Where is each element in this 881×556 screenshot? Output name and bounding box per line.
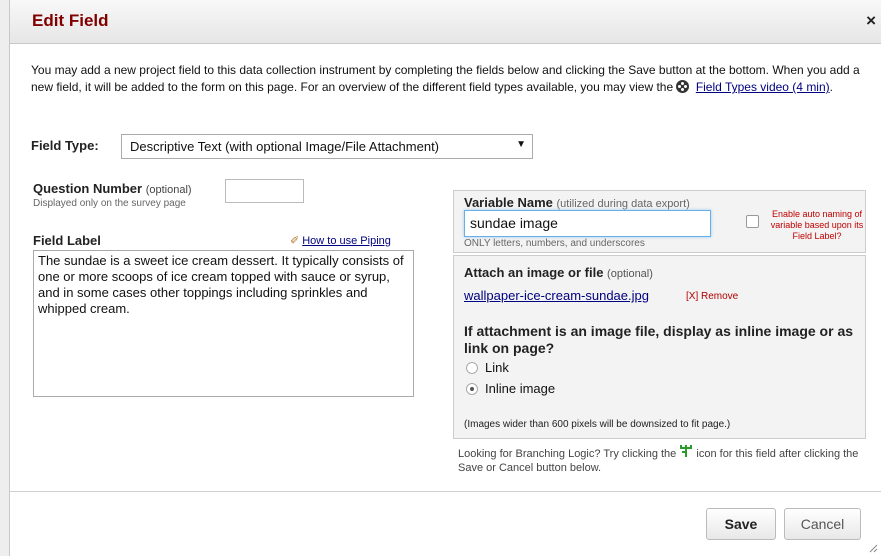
field-type-selected-value: Descriptive Text (with optional Image/Fi… xyxy=(130,139,440,154)
variable-name-label: Variable Name (utilized during data expo… xyxy=(464,195,690,210)
save-button[interactable]: Save xyxy=(706,508,776,540)
variable-name-note: (utilized during data export) xyxy=(556,198,690,210)
radio-inline-label: Inline image xyxy=(485,381,556,396)
branching-logic-note: Looking for Branching Logic? Try clickin… xyxy=(458,445,868,475)
how-to-use-piping-link[interactable]: How to use Piping xyxy=(302,235,391,247)
dropdown-arrow-icon: ▼ xyxy=(516,139,526,150)
dialog-title: Edit Field xyxy=(32,11,109,30)
attachment-optional: (optional) xyxy=(607,268,653,280)
variable-name-hint: ONLY letters, numbers, and underscores xyxy=(464,238,645,249)
field-type-select[interactable]: Descriptive Text (with optional Image/Fi… xyxy=(121,134,533,159)
attachment-label: Attach an image or file (optional) xyxy=(464,265,653,280)
radio-option-link[interactable]: Link xyxy=(466,360,509,375)
field-label-textarea[interactable]: The sundae is a sweet ice cream dessert.… xyxy=(33,250,414,397)
question-number-label-text: Question Number xyxy=(33,181,143,196)
question-number-label: Question Number (optional) xyxy=(33,181,192,196)
intro-text-part2: . xyxy=(829,80,833,94)
question-number-sublabel: Displayed only on the survey page xyxy=(33,198,186,209)
background-page-strip xyxy=(0,0,9,556)
variable-name-input[interactable]: sundae image xyxy=(464,210,711,237)
resize-handle-icon[interactable] xyxy=(868,543,878,553)
question-number-optional: (optional) xyxy=(145,184,192,196)
film-reel-icon xyxy=(676,80,690,93)
pencil-icon: ✐ xyxy=(290,235,300,247)
variable-name-label-text: Variable Name xyxy=(464,195,553,210)
attachment-label-text: Attach an image or file xyxy=(464,265,604,280)
radio-link-label: Link xyxy=(485,360,509,375)
attachment-display-question: If attachment is an image file, display … xyxy=(464,323,854,356)
attachment-file-link[interactable]: wallpaper-ice-cream-sundae.jpg xyxy=(464,288,649,303)
branching-text-before: Looking for Branching Logic? Try clickin… xyxy=(458,448,680,460)
field-types-video-link[interactable]: Field Types video (4 min) xyxy=(696,80,830,94)
attachment-panel: Attach an image or file (optional) wallp… xyxy=(453,255,866,439)
auto-naming-checkbox[interactable] xyxy=(746,215,759,228)
close-icon[interactable]: × xyxy=(866,11,876,31)
cancel-button[interactable]: Cancel xyxy=(784,508,861,540)
radio-link[interactable] xyxy=(466,362,478,374)
question-number-input[interactable] xyxy=(225,179,304,203)
variable-name-panel: Variable Name (utilized during data expo… xyxy=(453,190,866,253)
auto-naming-label[interactable]: Enable auto naming of variable based upo… xyxy=(766,209,868,242)
edit-field-dialog: Edit Field × You may add a new project f… xyxy=(9,0,881,556)
attachment-size-note: (Images wider than 600 pixels will be do… xyxy=(464,419,731,430)
radio-option-inline[interactable]: Inline image xyxy=(466,381,555,396)
intro-text: You may add a new project field to this … xyxy=(31,62,861,96)
radio-inline-image[interactable] xyxy=(466,383,478,395)
piping-help[interactable]: ✐ How to use Piping xyxy=(290,234,391,247)
dialog-titlebar[interactable]: Edit Field × xyxy=(10,0,881,44)
field-label-label: Field Label xyxy=(33,233,101,248)
attachment-remove-button[interactable]: [X] Remove xyxy=(686,291,738,302)
branching-logic-icon xyxy=(679,445,693,461)
footer-divider xyxy=(10,491,881,492)
field-type-label: Field Type: xyxy=(31,138,99,153)
